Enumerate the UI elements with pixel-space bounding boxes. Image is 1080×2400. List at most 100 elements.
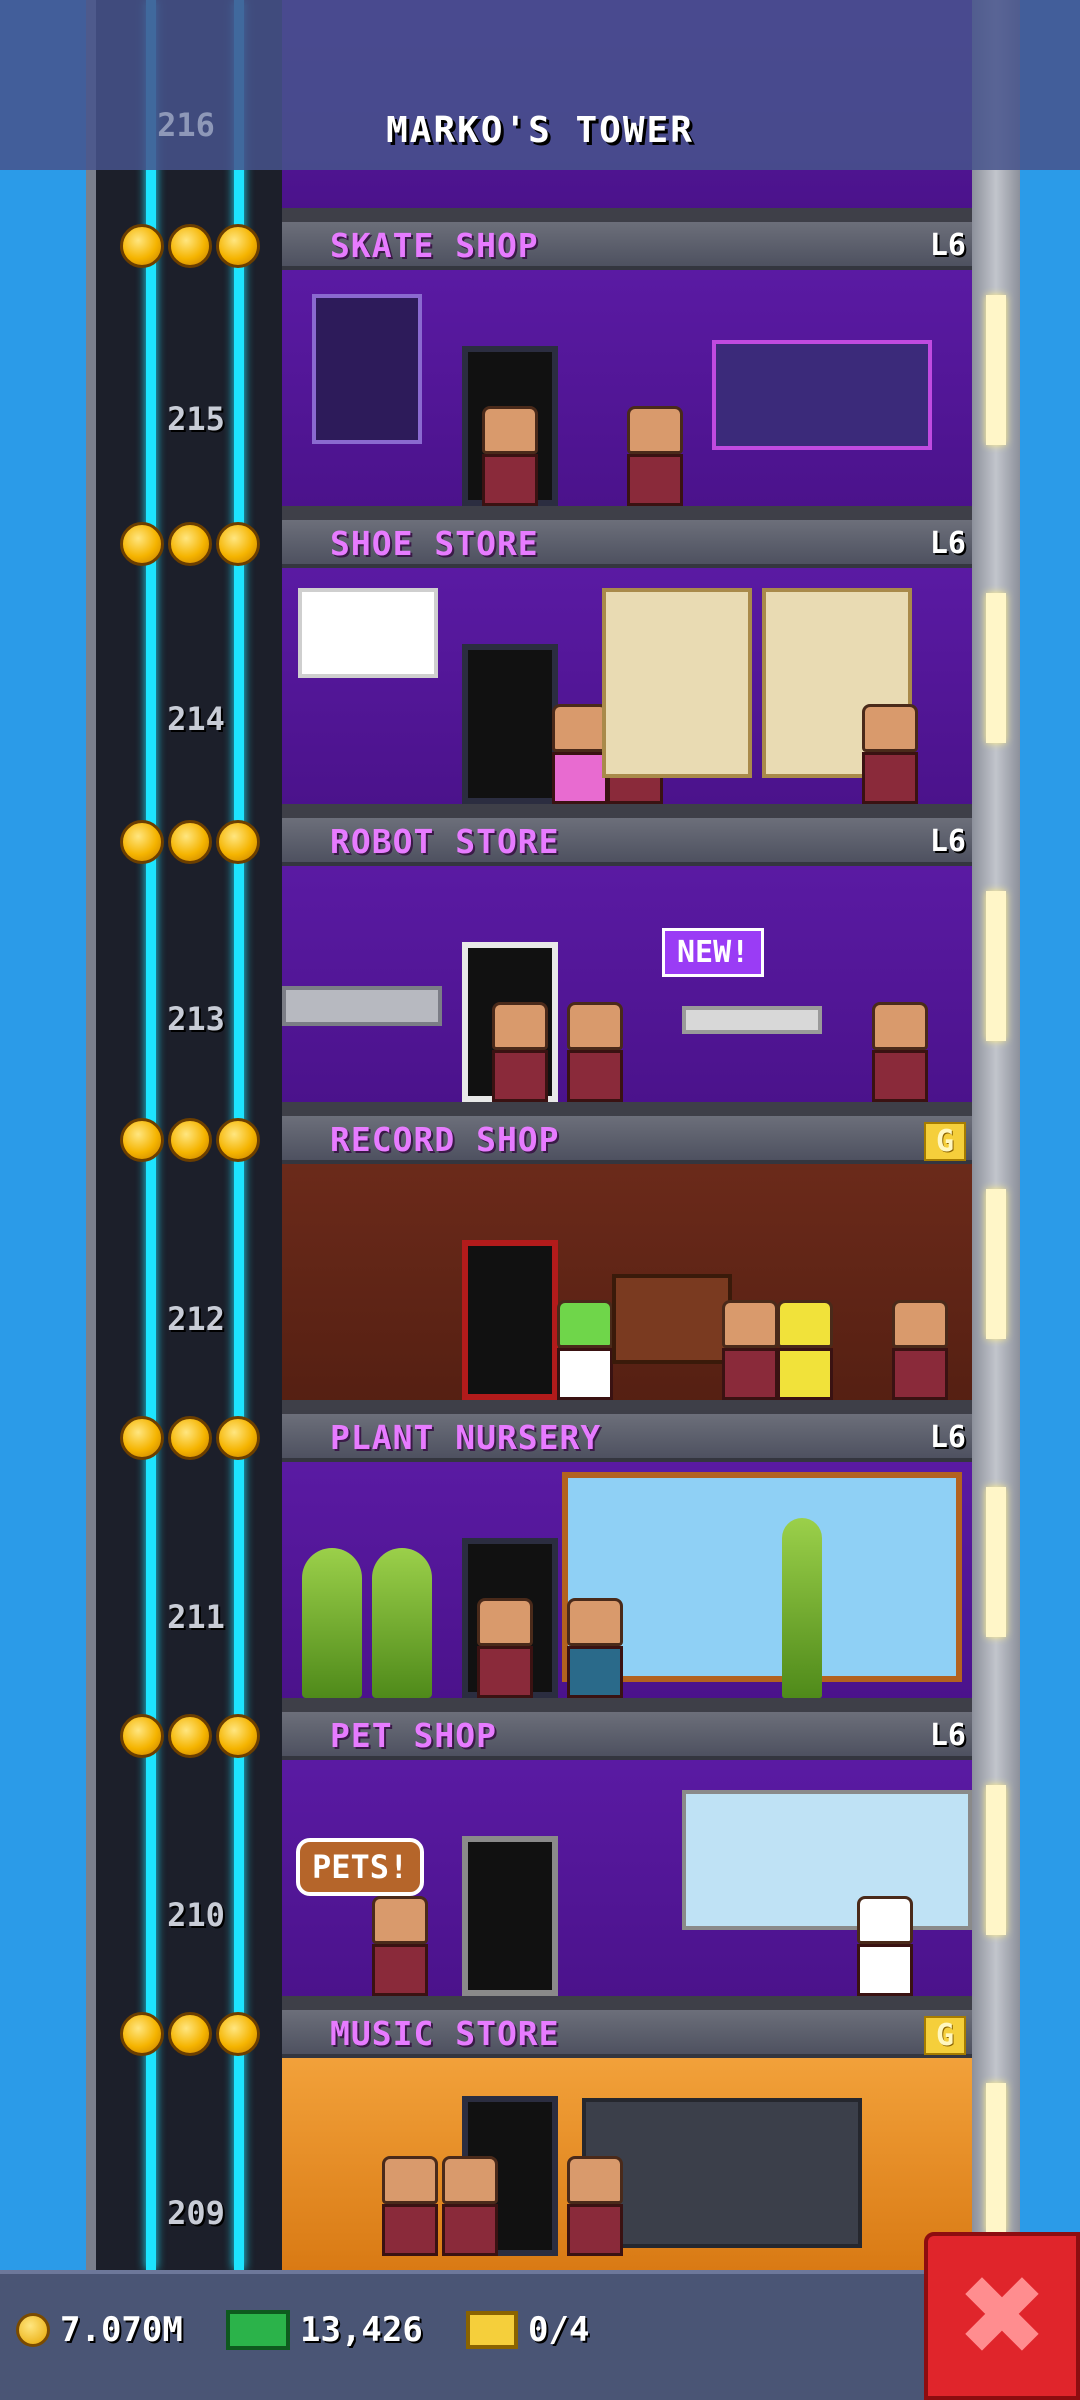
customer[interactable] (567, 1598, 623, 1698)
counter (282, 986, 442, 1026)
close-button[interactable]: ✖ (924, 2232, 1080, 2400)
customer[interactable] (372, 1896, 428, 1996)
customer[interactable] (567, 1002, 623, 1102)
shaft-floor-number: 212 (167, 1300, 225, 1338)
floor-room (282, 2058, 972, 2270)
customer[interactable] (552, 704, 608, 804)
bux-stat[interactable]: 13,426 (226, 2300, 423, 2360)
floor-name: MUSIC STORE (330, 2014, 560, 2053)
floor-room: PETS! (282, 1760, 972, 2010)
star-icon (216, 1714, 260, 1758)
coin-icon (16, 2313, 50, 2347)
floor-label-bar: PLANT NURSERY L6 (282, 1414, 972, 1462)
star-icon (168, 2012, 212, 2056)
shoe-poster (298, 588, 438, 678)
shop-door[interactable] (462, 644, 558, 804)
bux-value: 13,426 (300, 2310, 423, 2350)
shaft-floor-number: 211 (167, 1598, 225, 1636)
pillar-light (986, 593, 1006, 743)
floor-stars (120, 1714, 270, 1762)
floor-room (282, 568, 972, 818)
star-icon (216, 820, 260, 864)
customer[interactable] (722, 1300, 778, 1400)
pillar-light (986, 891, 1006, 1041)
floor-stars (120, 522, 270, 570)
floor-label-bar: RECORD SHOP G (282, 1116, 972, 1164)
star-icon (168, 1416, 212, 1460)
pillar-light (986, 1189, 1006, 1339)
tower-title: MARKO'S TOWER (386, 110, 694, 151)
floor-level: L6 (929, 526, 966, 561)
tickets-value: 0/4 (528, 2310, 590, 2350)
status-bar: 7.070M 13,426 0/4 (0, 2270, 1080, 2400)
customer[interactable] (477, 1598, 533, 1698)
customer[interactable] (557, 1300, 613, 1400)
floor-robot-store[interactable]: ROBOT STORE L6 NEW! (282, 818, 972, 1116)
customer[interactable] (892, 1300, 948, 1400)
shaft-floor-number: 210 (167, 1896, 225, 1934)
floor-plant-nursery[interactable]: PLANT NURSERY L6 (282, 1414, 972, 1712)
star-icon (168, 1118, 212, 1162)
customer[interactable] (492, 1002, 548, 1102)
floor-label-bar: SKATE SHOP L6 (282, 222, 972, 270)
floor-level: L6 (929, 1420, 966, 1455)
ticket-icon (466, 2311, 518, 2349)
star-icon (120, 1416, 164, 1460)
shop-door[interactable] (462, 1240, 558, 1400)
floor-level: L6 (929, 228, 966, 263)
star-icon (120, 224, 164, 268)
potted-plant (372, 1548, 432, 1698)
customer[interactable] (482, 406, 538, 506)
pillar-light (986, 295, 1006, 445)
floor-stars (120, 1416, 270, 1464)
tickets-stat[interactable]: 0/4 (466, 2300, 589, 2360)
tower-pillar (972, 0, 1020, 2270)
star-icon (168, 820, 212, 864)
floor-level-gold: G (923, 2016, 966, 2055)
floor-name: PET SHOP (330, 1716, 497, 1755)
floor-ground (282, 506, 972, 520)
pillar-light (986, 1487, 1006, 1637)
shaft-floor-number: 214 (167, 700, 225, 738)
floor-level: L6 (929, 824, 966, 859)
floor-room: NEW! (282, 866, 972, 1116)
pillar-light (986, 1785, 1006, 1935)
robot-display-table (682, 1006, 822, 1034)
customer[interactable] (627, 406, 683, 506)
star-icon (216, 522, 260, 566)
shoe-shelf (602, 588, 752, 778)
floor-label-bar: SHOE STORE L6 (282, 520, 972, 568)
customer[interactable] (777, 1300, 833, 1400)
floor-ground (282, 1698, 972, 1712)
star-icon (216, 1416, 260, 1460)
customer[interactable] (872, 1002, 928, 1102)
floor-stars (120, 820, 270, 868)
floor-music-store[interactable]: MUSIC STORE G (282, 2010, 972, 2270)
floor-room (282, 270, 972, 520)
close-icon: ✖ (955, 2252, 1049, 2380)
record-shelf (612, 1274, 732, 1364)
floor-pet-shop[interactable]: PET SHOP L6 PETS! (282, 1712, 972, 2010)
customer[interactable] (567, 2156, 623, 2256)
shelf (312, 294, 422, 444)
floor-skate-shop[interactable]: SKATE SHOP L6 (282, 222, 972, 520)
instrument-wall (582, 2098, 862, 2248)
coins-stat[interactable]: 7.070M (16, 2300, 183, 2360)
floor-ground (282, 208, 972, 222)
star-icon (120, 2012, 164, 2056)
floor-record-shop[interactable]: RECORD SHOP G (282, 1116, 972, 1414)
customer[interactable] (382, 2156, 438, 2256)
floor-name: RECORD SHOP (330, 1120, 560, 1159)
customer[interactable] (862, 704, 918, 804)
shop-door[interactable] (462, 1836, 558, 1996)
floor-shoe-store[interactable]: SHOE STORE L6 (282, 520, 972, 818)
title-bar: 216 MARKO'S TOWER (0, 0, 1080, 170)
snowman-visitor[interactable] (857, 1896, 913, 1996)
customer[interactable] (442, 2156, 498, 2256)
shaft-floor-number: 215 (167, 400, 225, 438)
star-icon (120, 1714, 164, 1758)
new-badge: NEW! (662, 928, 765, 977)
star-icon (216, 224, 260, 268)
floor-room (282, 1462, 972, 1712)
star-icon (120, 1118, 164, 1162)
